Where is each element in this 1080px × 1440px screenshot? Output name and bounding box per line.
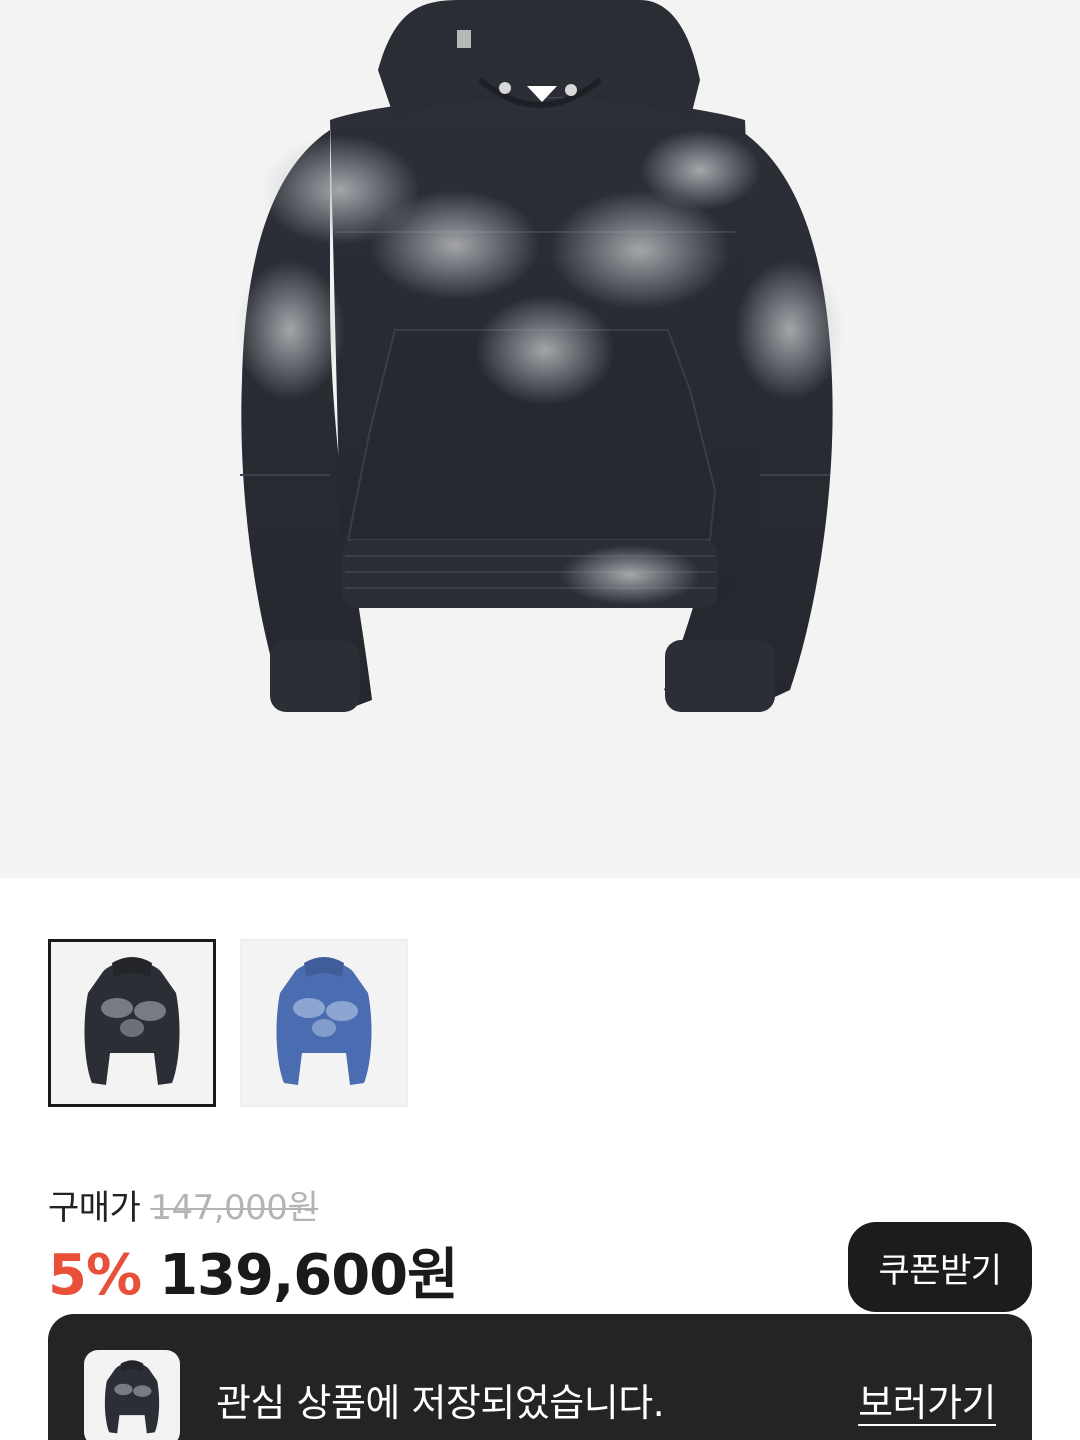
discount-rate: 5% (48, 1243, 142, 1308)
thumbnail-black-hoodie[interactable] (48, 939, 216, 1107)
wishlist-toast: 관심 상품에 저장되었습니다. 보러가기 (48, 1314, 1032, 1440)
price-label: 구매가 (48, 1188, 141, 1228)
product-main-image[interactable] (0, 0, 1080, 878)
blue-hoodie-thumb-image (276, 957, 372, 1085)
toast-hoodie-image (104, 1360, 160, 1434)
price-label-row: 구매가 147,000원 (48, 1180, 319, 1229)
coupon-button[interactable]: 쿠폰받기 (848, 1222, 1032, 1312)
original-price: 147,000원 (150, 1188, 319, 1228)
black-hoodie-thumb-image (84, 957, 180, 1085)
sale-price: 139,600원 (159, 1243, 459, 1308)
toast-message: 관심 상품에 저장되었습니다. (216, 1381, 665, 1425)
thumbnail-list (48, 939, 408, 1107)
thumbnail-blue-hoodie[interactable] (240, 939, 408, 1107)
toast-product-thumbnail (84, 1350, 180, 1440)
sale-price-row: 5% 139,600원 (48, 1230, 459, 1311)
product-page: 구매가 147,000원 5% 139,600원 쿠폰받기 관심 상품에 저장되… (0, 0, 1080, 1440)
hoodie-illustration (235, 0, 845, 712)
view-wishlist-link[interactable]: 보러가기 (858, 1372, 996, 1427)
